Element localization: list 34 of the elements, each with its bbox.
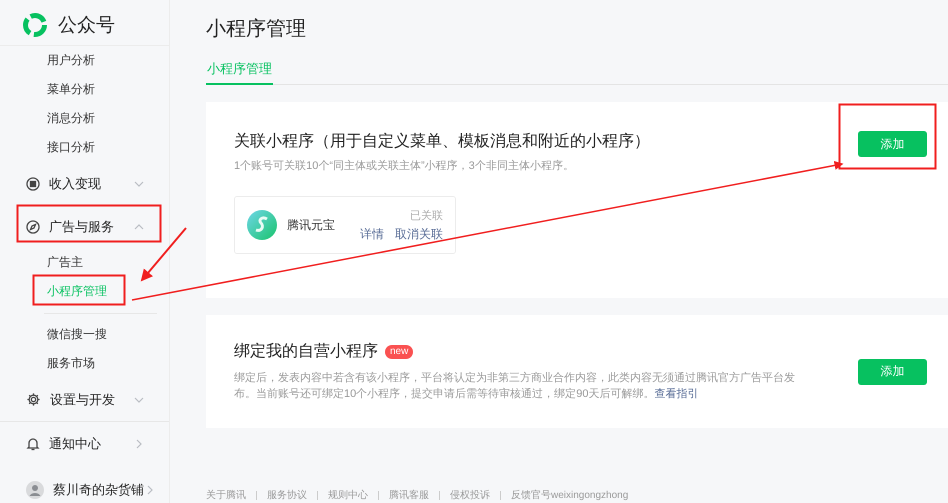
action-link[interactable]: 详情 — [360, 226, 384, 242]
account-item[interactable]: 蔡川奇的杂货铺 — [0, 471, 159, 503]
menu-item[interactable]: 接口分析 — [0, 133, 95, 162]
avatar-icon — [26, 480, 44, 498]
footer-link[interactable]: 腾讯客服 — [389, 488, 429, 502]
menu-group[interactable]: 广告与服务 — [0, 205, 159, 248]
menu-item[interactable]: 广告主 — [0, 248, 83, 277]
section-description: 1个账号可关联10个“同主体或关联主体”小程序，3个非同主体小程序。 — [234, 158, 575, 174]
footer-link[interactable]: 规则中心 — [328, 488, 368, 502]
gear-icon — [26, 392, 41, 407]
section-title: 关联小程序（用于自定义菜单、模板消息和附近的小程序） — [234, 132, 651, 152]
mini-program-name: 腾讯元宝 — [287, 216, 336, 234]
menu-item[interactable]: 菜单分析 — [0, 75, 95, 104]
mini-program-logo-icon — [247, 210, 277, 240]
guide-link[interactable]: 查看指引 — [654, 388, 698, 400]
menu-group[interactable]: 收入变现 — [0, 162, 159, 205]
app-title: 公众号 — [58, 14, 115, 38]
menu-item[interactable]: 消息分析 — [0, 104, 95, 133]
section-description: 绑定后，发表内容中若含有该小程序，平台将认定为非第三方商业合作内容，此类内容无须通过腾讯官方广告平台发布。当前账号还可绑定10个小程序，提交申请后需等待审核通过，绑定90天后可解绑。查看指引 — [234, 370, 796, 402]
menu-item[interactable]: 服务市场 — [0, 349, 95, 378]
menu-item[interactable]: 微信搜一搜 — [0, 320, 107, 349]
menu-item[interactable]: 用户分析 — [0, 46, 95, 75]
menu-item[interactable]: 通知中心 — [0, 422, 159, 465]
action-link[interactable]: 取消关联 — [395, 226, 443, 242]
footer-link[interactable]: 服务协议 — [267, 488, 307, 502]
new-badge: new — [385, 344, 414, 358]
footer-link[interactable]: 侵权投诉 — [450, 488, 490, 502]
logo-icon — [22, 12, 48, 38]
compass-icon — [26, 220, 40, 234]
link-status: 已关联 — [410, 208, 443, 222]
page-title: 小程序管理 — [206, 17, 306, 42]
menu-group[interactable]: 设置与开发 — [0, 378, 159, 421]
section-title: 绑定我的自营小程序 — [234, 342, 378, 362]
bell-icon — [26, 436, 40, 450]
